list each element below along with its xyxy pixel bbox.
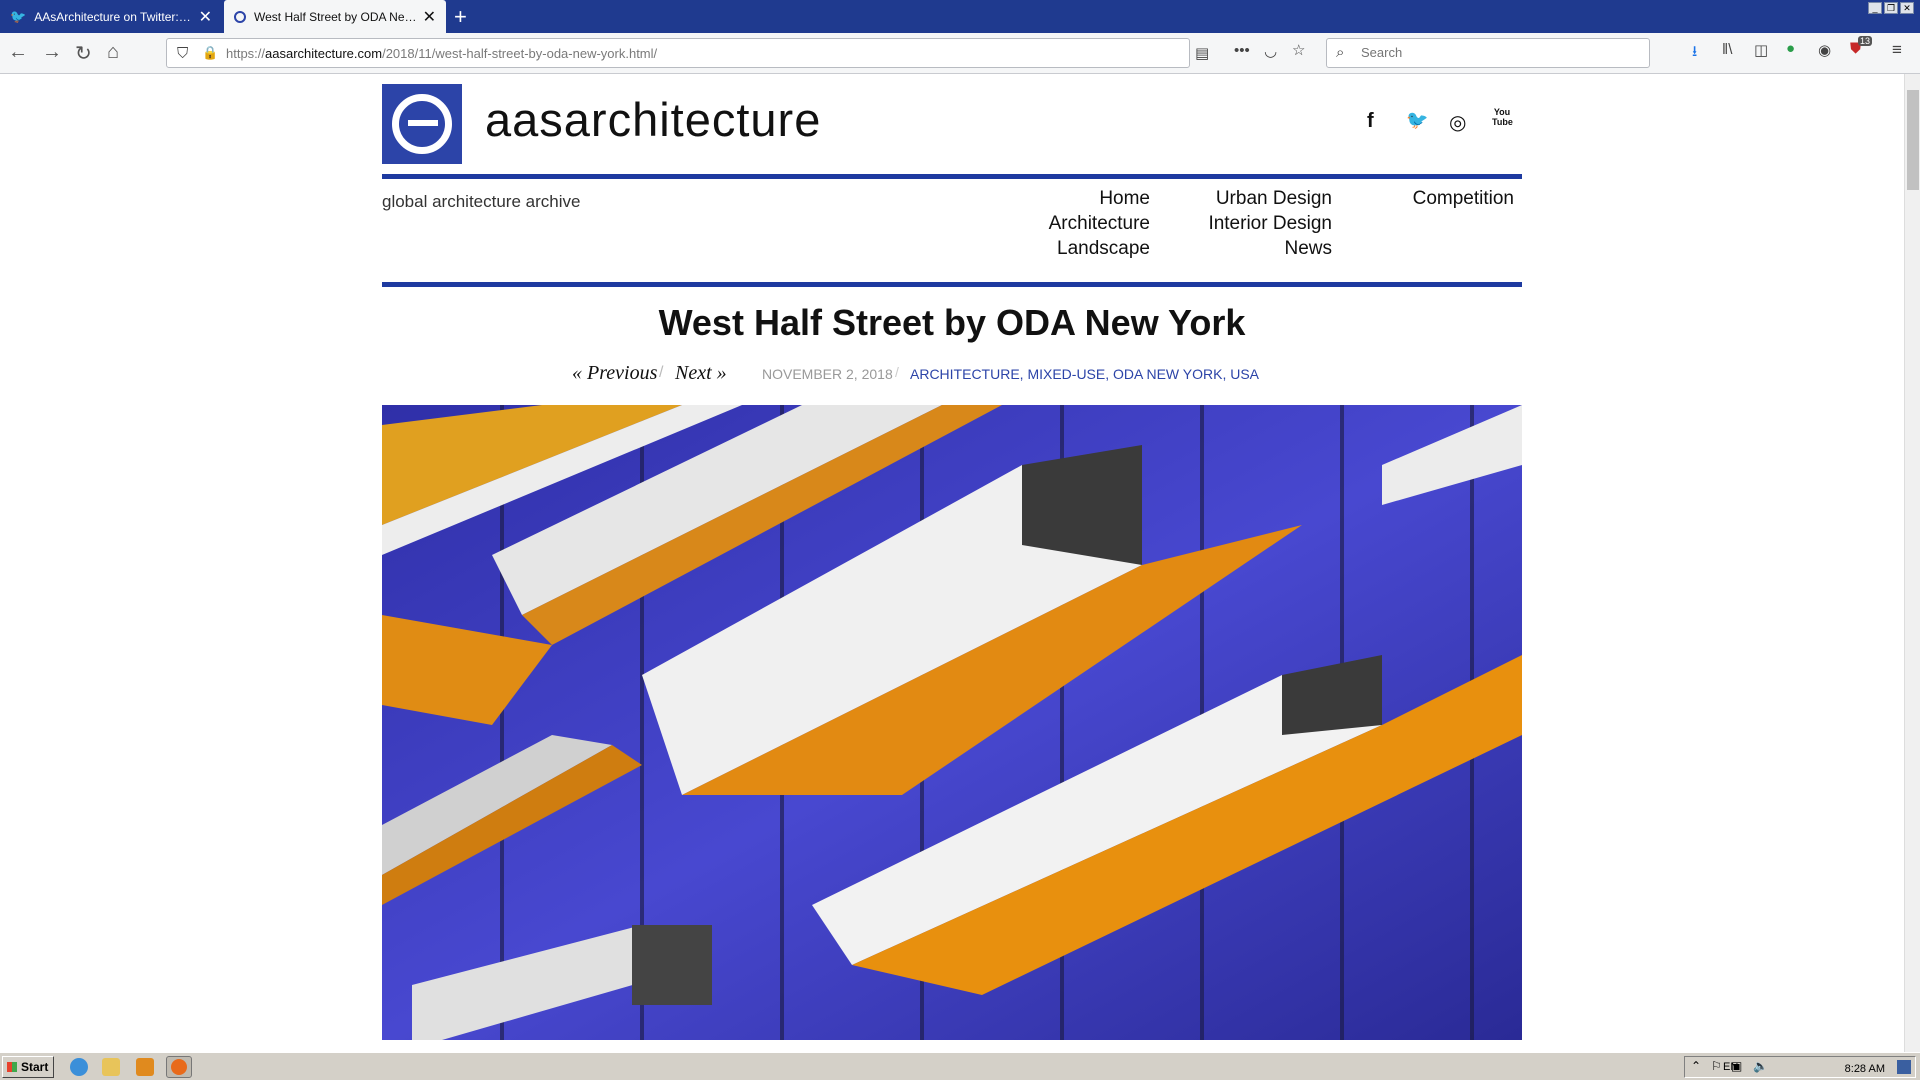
bookmark-star-icon[interactable]: ☆ <box>1292 41 1305 59</box>
action-center-flag-icon[interactable]: ⚐ <box>1711 1059 1722 1073</box>
vertical-scrollbar[interactable] <box>1904 74 1920 1052</box>
nav-landscape[interactable]: Landscape <box>1000 238 1150 260</box>
logo-mark-icon <box>392 94 452 154</box>
reload-icon[interactable]: ↻ <box>75 41 92 66</box>
media-player-icon[interactable] <box>136 1058 154 1076</box>
extension-green-icon[interactable]: ● <box>1786 40 1795 57</box>
minimize-icon[interactable]: _ <box>1868 2 1882 14</box>
shield-icon[interactable]: ⛉ <box>177 45 188 62</box>
start-button[interactable]: Start <box>2 1056 54 1078</box>
site-logo[interactable] <box>382 84 462 164</box>
navigation-toolbar: ← → ↻ ⌂ ⛉ 🔒 https://aasarchitecture.com/… <box>0 33 1920 74</box>
search-bar[interactable]: ⌕ <box>1326 38 1650 68</box>
pager-separator: / <box>659 364 664 381</box>
system-clock[interactable]: 8:28 AM <box>1845 1063 1885 1075</box>
previous-link[interactable]: « Previous <box>572 362 657 385</box>
nav-architecture[interactable]: Architecture <box>1000 213 1150 235</box>
library-icon[interactable]: ‖\ <box>1722 41 1732 58</box>
window-controls: _ ❐ ✕ <box>1868 2 1914 14</box>
download-icon[interactable]: ⭳ <box>1692 41 1697 66</box>
nav-rule <box>382 282 1522 287</box>
tab-active[interactable]: West Half Street by ODA New York ✕ <box>224 0 446 33</box>
address-bar[interactable]: ⛉ 🔒 https://aasarchitecture.com/2018/11/… <box>166 38 1209 68</box>
nav-competition[interactable]: Competition <box>1364 188 1514 210</box>
tab-bar: 🐦 AAsArchitecture on Twitter: "West Half… <box>0 0 1920 33</box>
forward-icon[interactable]: → <box>42 41 62 64</box>
new-tab-button[interactable]: + <box>454 4 467 30</box>
sidebar-icon[interactable]: ◫ <box>1754 41 1768 59</box>
site-tagline: global architecture archive <box>382 192 581 211</box>
network-icon[interactable]: ▣ <box>1731 1059 1742 1073</box>
close-tab-icon[interactable]: ✕ <box>199 7 212 27</box>
post-date: NOVEMBER 2, 2018 <box>762 366 893 382</box>
tab-title: West Half Street by ODA New York <box>254 9 417 24</box>
pocket-icon[interactable]: ◡ <box>1264 42 1277 60</box>
windows-taskbar: Start EN ⌃ ⚐ ▣ 🔈 8:28 AM <box>0 1052 1920 1080</box>
aas-favicon-icon <box>234 10 246 23</box>
account-icon[interactable]: ◉ <box>1818 41 1831 59</box>
tray-expand-icon[interactable]: ⌃ <box>1691 1059 1701 1073</box>
home-icon[interactable]: ⌂ <box>107 41 119 64</box>
youtube-icon[interactable]: You Tube <box>1492 107 1513 127</box>
nav-urban-design[interactable]: Urban Design <box>1182 188 1332 210</box>
page-content: aasarchitecture f 🐦 ◎ You Tube global ar… <box>0 74 1904 1052</box>
volume-icon[interactable]: 🔈 <box>1753 1059 1768 1073</box>
next-link[interactable]: Next » <box>675 362 727 385</box>
internet-explorer-icon[interactable] <box>70 1058 88 1076</box>
facebook-icon[interactable]: f <box>1367 110 1374 133</box>
show-desktop-icon[interactable] <box>1897 1060 1911 1074</box>
file-explorer-icon[interactable] <box>102 1058 120 1076</box>
page-actions-icon[interactable]: ••• <box>1234 42 1250 59</box>
close-window-icon[interactable]: ✕ <box>1900 2 1914 14</box>
building-facade-image <box>382 405 1522 1040</box>
restore-icon[interactable]: ❐ <box>1884 2 1898 14</box>
featured-image[interactable] <box>382 405 1522 1040</box>
menu-hamburger-icon[interactable]: ≡ <box>1892 40 1902 60</box>
scrollbar-thumb[interactable] <box>1907 90 1919 190</box>
article-title: West Half Street by ODA New York <box>658 302 1246 343</box>
post-categories[interactable]: ARCHITECTURE, MIXED-USE, ODA NEW YORK, U… <box>910 366 1259 382</box>
close-tab-icon[interactable]: ✕ <box>423 7 436 27</box>
twitter-icon[interactable]: 🐦 <box>1406 110 1428 131</box>
site-name[interactable]: aasarchitecture <box>485 92 821 147</box>
nav-interior-design[interactable]: Interior Design <box>1182 213 1332 235</box>
tab-twitter[interactable]: 🐦 AAsArchitecture on Twitter: "West Half… <box>0 0 222 33</box>
nav-home[interactable]: Home <box>1000 188 1150 210</box>
system-tray: ⌃ ⚐ ▣ 🔈 8:28 AM <box>1684 1056 1916 1078</box>
extension-badge: 13 <box>1858 36 1873 46</box>
firefox-icon <box>171 1059 187 1075</box>
instagram-icon[interactable]: ◎ <box>1449 110 1466 135</box>
tab-title: AAsArchitecture on Twitter: "West Half S… <box>34 9 192 24</box>
lock-icon[interactable]: 🔒 <box>202 45 218 61</box>
meta-divider: / <box>895 364 899 380</box>
search-input[interactable] <box>1361 45 1641 60</box>
url-text[interactable]: https://aasarchitecture.com/2018/11/west… <box>226 46 657 61</box>
nav-news[interactable]: News <box>1182 238 1332 260</box>
twitter-bird-icon: 🐦 <box>10 8 27 24</box>
reader-view-icon[interactable]: ▤ <box>1195 44 1209 62</box>
search-icon: ⌕ <box>1336 44 1345 61</box>
header-rule <box>382 174 1522 179</box>
back-icon[interactable]: ← <box>8 41 28 64</box>
